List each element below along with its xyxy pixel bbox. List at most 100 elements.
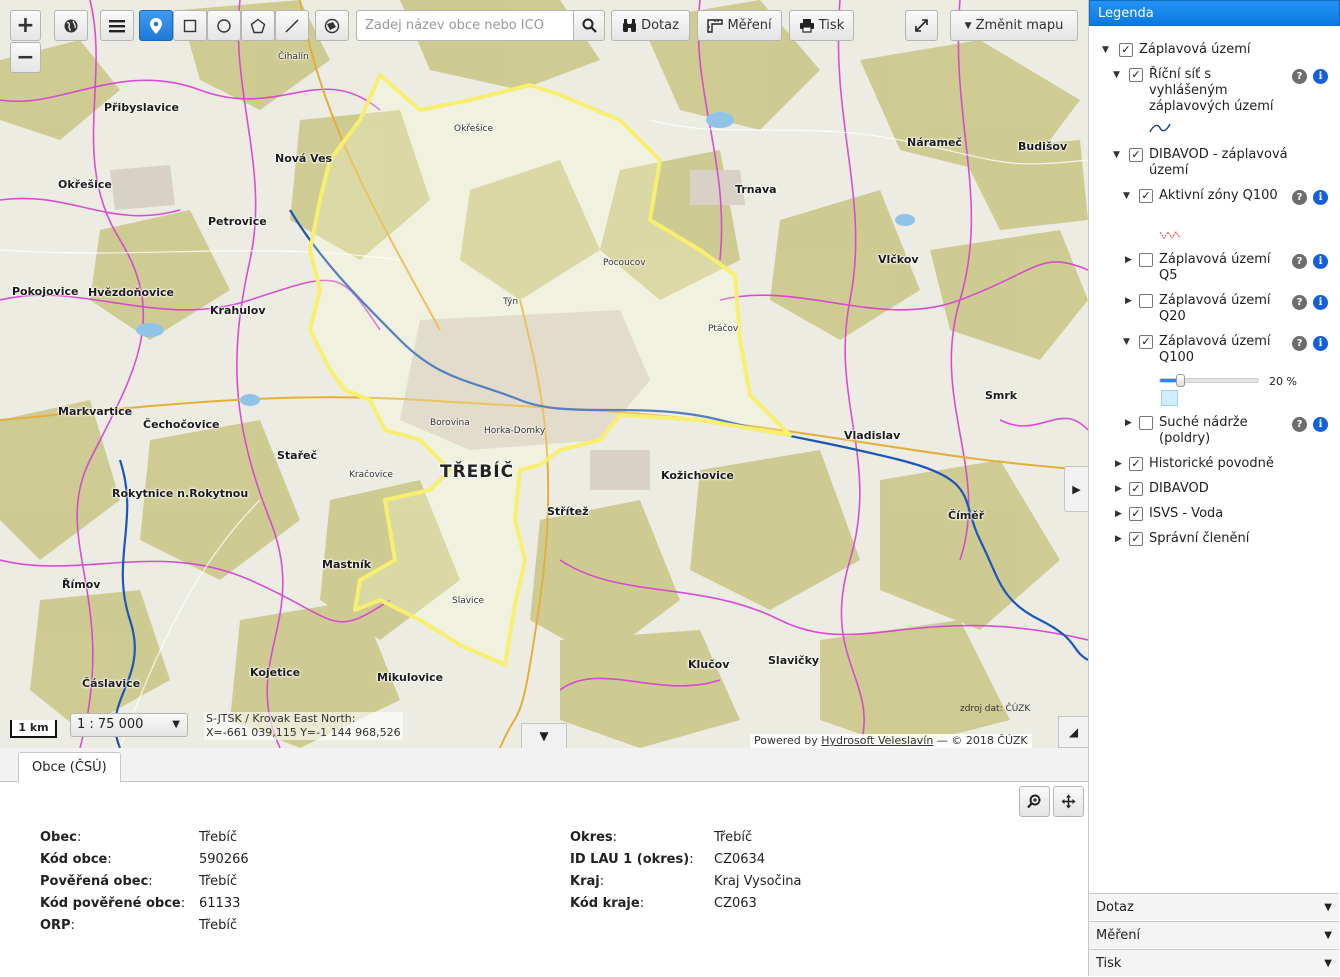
layer-checkbox[interactable]: ✓ — [1139, 335, 1153, 349]
sidebar-toggle-button[interactable]: ▶ — [1064, 466, 1088, 512]
place-label: Vladislav — [844, 429, 901, 442]
tree-collapsed-icon[interactable]: ▶ — [1115, 534, 1122, 544]
opacity-slider[interactable] — [1159, 374, 1259, 387]
layer-checkbox[interactable]: ✓ — [1129, 507, 1143, 521]
search-input[interactable] — [356, 10, 574, 41]
attribute-row: Obec: — [40, 830, 82, 845]
fullscreen-button[interactable] — [905, 10, 938, 41]
chevron-down-icon: ▼ — [1324, 902, 1332, 913]
layer-label: Historické povodně — [1149, 456, 1274, 471]
measure-button[interactable]: Měření — [697, 10, 782, 41]
opacity-slider-handle[interactable] — [1175, 374, 1185, 387]
layer-checkbox[interactable]: ✓ — [1129, 68, 1143, 82]
layer-label: Správní členění — [1149, 531, 1250, 546]
select-line-button[interactable] — [275, 10, 309, 41]
tree-collapsed-icon[interactable]: ▶ — [1115, 509, 1122, 519]
search-button[interactable] — [573, 10, 605, 41]
query-button[interactable]: Dotaz — [611, 10, 690, 41]
place-label: Horka-Domky — [484, 426, 546, 436]
place-label: Slavice — [452, 596, 485, 606]
corner-arrow-icon: ◢ — [1068, 725, 1079, 739]
legend-header[interactable]: Legenda — [1089, 0, 1340, 26]
q100-fill-swatch — [1161, 390, 1178, 406]
tree-expanded-icon[interactable]: ▼ — [1113, 70, 1120, 80]
globe-button[interactable] — [54, 10, 88, 41]
tab-obce[interactable]: Obce (ČSÚ) — [18, 752, 121, 783]
tree-expanded-icon[interactable]: ▼ — [1123, 191, 1130, 201]
change-map-button[interactable]: ▼ Změnit mapu — [950, 10, 1078, 41]
tree-collapsed-icon[interactable]: ▶ — [1125, 255, 1132, 265]
layer-checkbox[interactable]: ✓ — [1129, 457, 1143, 471]
info-tabbar: Obce (ČSÚ) — [0, 748, 1088, 783]
place-label: Čihalín — [278, 52, 309, 62]
info-icon[interactable]: i — [1313, 254, 1328, 269]
place-label: Klučov — [688, 658, 730, 671]
hamburger-icon — [109, 19, 125, 32]
accordion-query[interactable]: Dotaz ▼ — [1089, 893, 1339, 920]
help-icon[interactable]: ? — [1292, 336, 1307, 351]
help-icon[interactable]: ? — [1292, 254, 1307, 269]
layer-checkbox[interactable]: ✓ — [1119, 43, 1133, 57]
zoom-in-button[interactable]: + — [10, 10, 41, 41]
select-rectangle-button[interactable] — [173, 10, 207, 41]
attribute-value: CZ063 — [714, 896, 757, 911]
info-icon[interactable]: i — [1313, 336, 1328, 351]
layer-checkbox[interactable]: ✓ — [1139, 189, 1153, 203]
layer-checkbox[interactable] — [1139, 294, 1153, 308]
move-icon — [1061, 794, 1076, 809]
tree-collapsed-icon[interactable]: ▶ — [1125, 296, 1132, 306]
place-label: Číměř — [948, 509, 985, 522]
zoom-out-button[interactable]: − — [10, 42, 41, 73]
attribute-value: Kraj Vysočina — [714, 874, 802, 889]
tree-expanded-icon[interactable]: ▼ — [1102, 45, 1109, 55]
select-circle-button[interactable] — [207, 10, 241, 41]
attribute-row: Kód obce: — [40, 852, 112, 867]
info-icon[interactable]: i — [1313, 69, 1328, 84]
cadastre-button[interactable] — [315, 10, 349, 41]
info-icon[interactable]: i — [1313, 417, 1328, 432]
parcel-icon — [324, 18, 340, 33]
accordion-measure[interactable]: Měření ▼ — [1089, 921, 1339, 948]
attribution-link[interactable]: Hydrosoft Veleslavín — [821, 734, 933, 747]
place-label: Nová Ves — [275, 152, 333, 165]
select-point-button[interactable] — [139, 10, 173, 41]
overview-map-button[interactable]: ◢ — [1058, 716, 1088, 748]
help-icon[interactable]: ? — [1292, 417, 1307, 432]
help-icon[interactable]: ? — [1292, 69, 1307, 84]
layer-checkbox[interactable] — [1139, 253, 1153, 267]
circle-icon — [217, 18, 231, 33]
info-icon[interactable]: i — [1313, 295, 1328, 310]
tree-collapsed-icon[interactable]: ▶ — [1115, 484, 1122, 494]
info-icon[interactable]: i — [1313, 190, 1328, 205]
help-icon[interactable]: ? — [1292, 190, 1307, 205]
place-label: Okřešice — [454, 124, 494, 134]
accordion-print[interactable]: Tisk ▼ — [1089, 949, 1339, 976]
place-label: Budišov — [1018, 140, 1068, 153]
help-icon[interactable]: ? — [1292, 295, 1307, 310]
tree-expanded-icon[interactable]: ▼ — [1123, 337, 1130, 347]
layer-label: ISVS - Voda — [1149, 506, 1224, 521]
opacity-value: 20 % — [1269, 375, 1297, 388]
collapse-panel-button[interactable]: ▼ — [521, 723, 567, 748]
zoom-to-feature-button[interactable] — [1019, 786, 1050, 817]
print-button[interactable]: Tisk — [789, 10, 854, 41]
select-polygon-button[interactable] — [241, 10, 275, 41]
layer-checkbox[interactable]: ✓ — [1129, 532, 1143, 546]
layer-checkbox[interactable] — [1139, 416, 1153, 430]
layers-menu-button[interactable] — [100, 10, 134, 41]
query-label: Dotaz — [641, 18, 679, 33]
layer-checkbox[interactable]: ✓ — [1129, 482, 1143, 496]
tree-collapsed-icon[interactable]: ▶ — [1125, 418, 1132, 428]
coordinate-system: S-JTSK / Krovak East North: — [206, 712, 356, 725]
pan-to-feature-button[interactable] — [1053, 786, 1084, 817]
map-view[interactable]: TŘEBÍČ Přibyslavice Nová Ves Okřešice Ok… — [0, 0, 1088, 748]
tree-expanded-icon[interactable]: ▼ — [1113, 150, 1120, 160]
attribute-row: Kraj: — [570, 874, 605, 889]
accordion-query-label: Dotaz — [1096, 900, 1134, 915]
zoom-in-label: + — [16, 13, 35, 38]
place-label: Trnava — [735, 183, 777, 196]
layer-checkbox[interactable]: ✓ — [1129, 148, 1143, 162]
attribute-value: 61133 — [199, 896, 241, 911]
scale-select[interactable]: 1 : 75 000 ▼ — [70, 713, 188, 737]
tree-collapsed-icon[interactable]: ▶ — [1115, 459, 1122, 469]
